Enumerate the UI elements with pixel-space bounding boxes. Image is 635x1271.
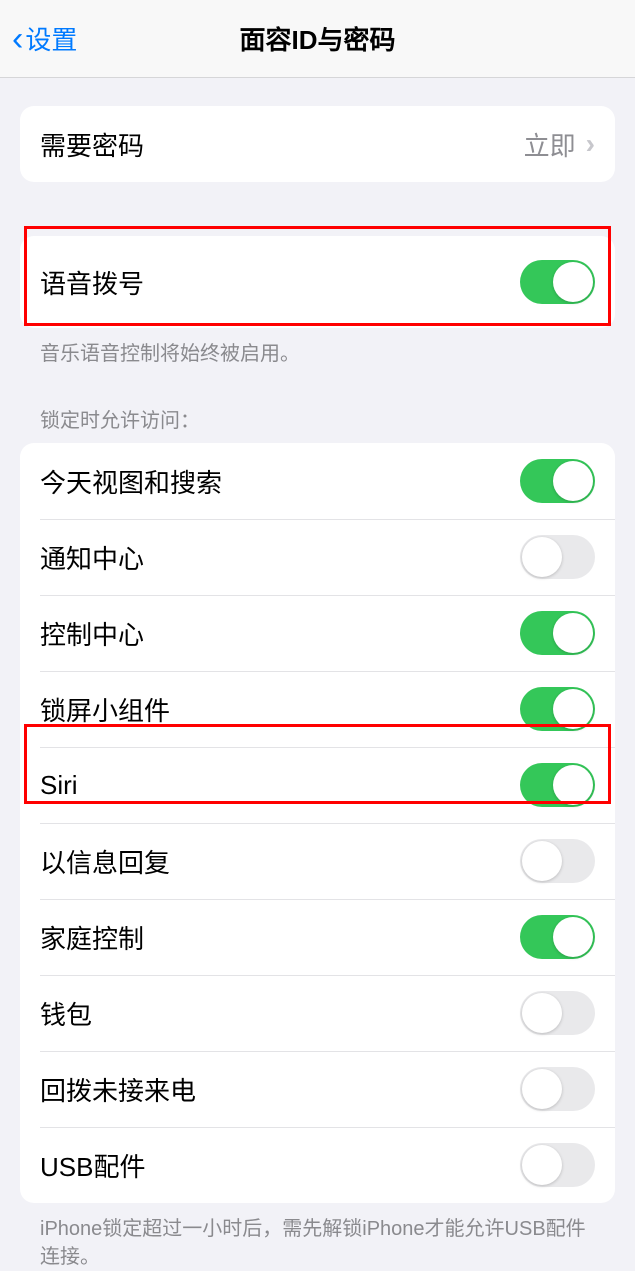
require-passcode-label: 需要密码 xyxy=(40,126,144,163)
locked-item-row: Siri xyxy=(20,747,615,823)
voice-dial-toggle[interactable] xyxy=(520,260,595,304)
locked-item-label: 回拨未接来电 xyxy=(40,1071,196,1108)
page-title: 面容ID与密码 xyxy=(239,20,395,57)
locked-item-row: 今天视图和搜索 xyxy=(20,443,615,519)
chevron-left-icon: ‹ xyxy=(12,22,23,56)
chevron-right-icon: › xyxy=(586,128,595,160)
locked-item-row: 以信息回复 xyxy=(20,823,615,899)
voice-dial-footer: 音乐语音控制将始终被启用。 xyxy=(40,340,595,368)
locked-item-label: USB配件 xyxy=(40,1147,145,1184)
locked-section-footer: iPhone锁定超过一小时后，需先解锁iPhone才能允许USB配件连接。 xyxy=(40,1215,595,1271)
toggle-knob xyxy=(522,1069,562,1109)
locked-item-row: 家庭控制 xyxy=(20,899,615,975)
locked-section-header: 锁定时允许访问： xyxy=(40,404,595,433)
toggle-knob xyxy=(522,993,562,1033)
require-passcode-value: 立即 xyxy=(524,126,576,163)
settings-content: 需要密码 立即 › 语音拨号 音乐语音控制将始终被启用。 锁定时允许访问： 今天… xyxy=(0,106,635,1271)
locked-item-toggle[interactable] xyxy=(520,1143,595,1187)
require-passcode-row[interactable]: 需要密码 立即 › xyxy=(20,106,615,182)
locked-item-toggle[interactable] xyxy=(520,915,595,959)
locked-item-label: 家庭控制 xyxy=(40,919,144,956)
locked-item-label: 以信息回复 xyxy=(40,843,170,880)
toggle-knob xyxy=(553,613,593,653)
back-button[interactable]: ‹ 设置 xyxy=(12,20,77,57)
locked-item-label: 控制中心 xyxy=(40,615,144,652)
locked-item-row: 钱包 xyxy=(20,975,615,1051)
locked-item-toggle[interactable] xyxy=(520,535,595,579)
locked-item-row: 通知中心 xyxy=(20,519,615,595)
voice-dial-label: 语音拨号 xyxy=(40,264,144,301)
locked-item-toggle[interactable] xyxy=(520,839,595,883)
locked-item-label: 钱包 xyxy=(40,995,92,1032)
locked-item-toggle[interactable] xyxy=(520,1067,595,1111)
locked-item-row: 回拨未接来电 xyxy=(20,1051,615,1127)
locked-item-toggle[interactable] xyxy=(520,687,595,731)
locked-item-toggle[interactable] xyxy=(520,611,595,655)
toggle-knob xyxy=(522,1145,562,1185)
passcode-group: 需要密码 立即 › xyxy=(20,106,615,182)
back-label: 设置 xyxy=(25,20,77,57)
voice-dial-group: 语音拨号 xyxy=(20,236,615,328)
locked-item-row: 锁屏小组件 xyxy=(20,671,615,747)
toggle-knob xyxy=(553,461,593,501)
locked-item-label: Siri xyxy=(40,770,78,801)
toggle-knob xyxy=(553,689,593,729)
voice-dial-row: 语音拨号 xyxy=(20,236,615,328)
toggle-knob xyxy=(553,917,593,957)
row-accessory: 立即 › xyxy=(524,126,595,163)
toggle-knob xyxy=(522,841,562,881)
locked-item-row: 控制中心 xyxy=(20,595,615,671)
locked-item-toggle[interactable] xyxy=(520,459,595,503)
toggle-knob xyxy=(522,537,562,577)
locked-item-row: USB配件 xyxy=(20,1127,615,1203)
locked-item-label: 今天视图和搜索 xyxy=(40,463,222,500)
locked-item-toggle[interactable] xyxy=(520,763,595,807)
locked-item-label: 通知中心 xyxy=(40,539,144,576)
locked-item-label: 锁屏小组件 xyxy=(40,691,170,728)
toggle-knob xyxy=(553,765,593,805)
locked-access-group: 今天视图和搜索通知中心控制中心锁屏小组件 Siri 以信息回复家庭控制钱包回拨未接来… xyxy=(20,443,615,1203)
locked-item-toggle[interactable] xyxy=(520,991,595,1035)
toggle-knob xyxy=(553,262,593,302)
navigation-header: ‹ 设置 面容ID与密码 xyxy=(0,0,635,78)
